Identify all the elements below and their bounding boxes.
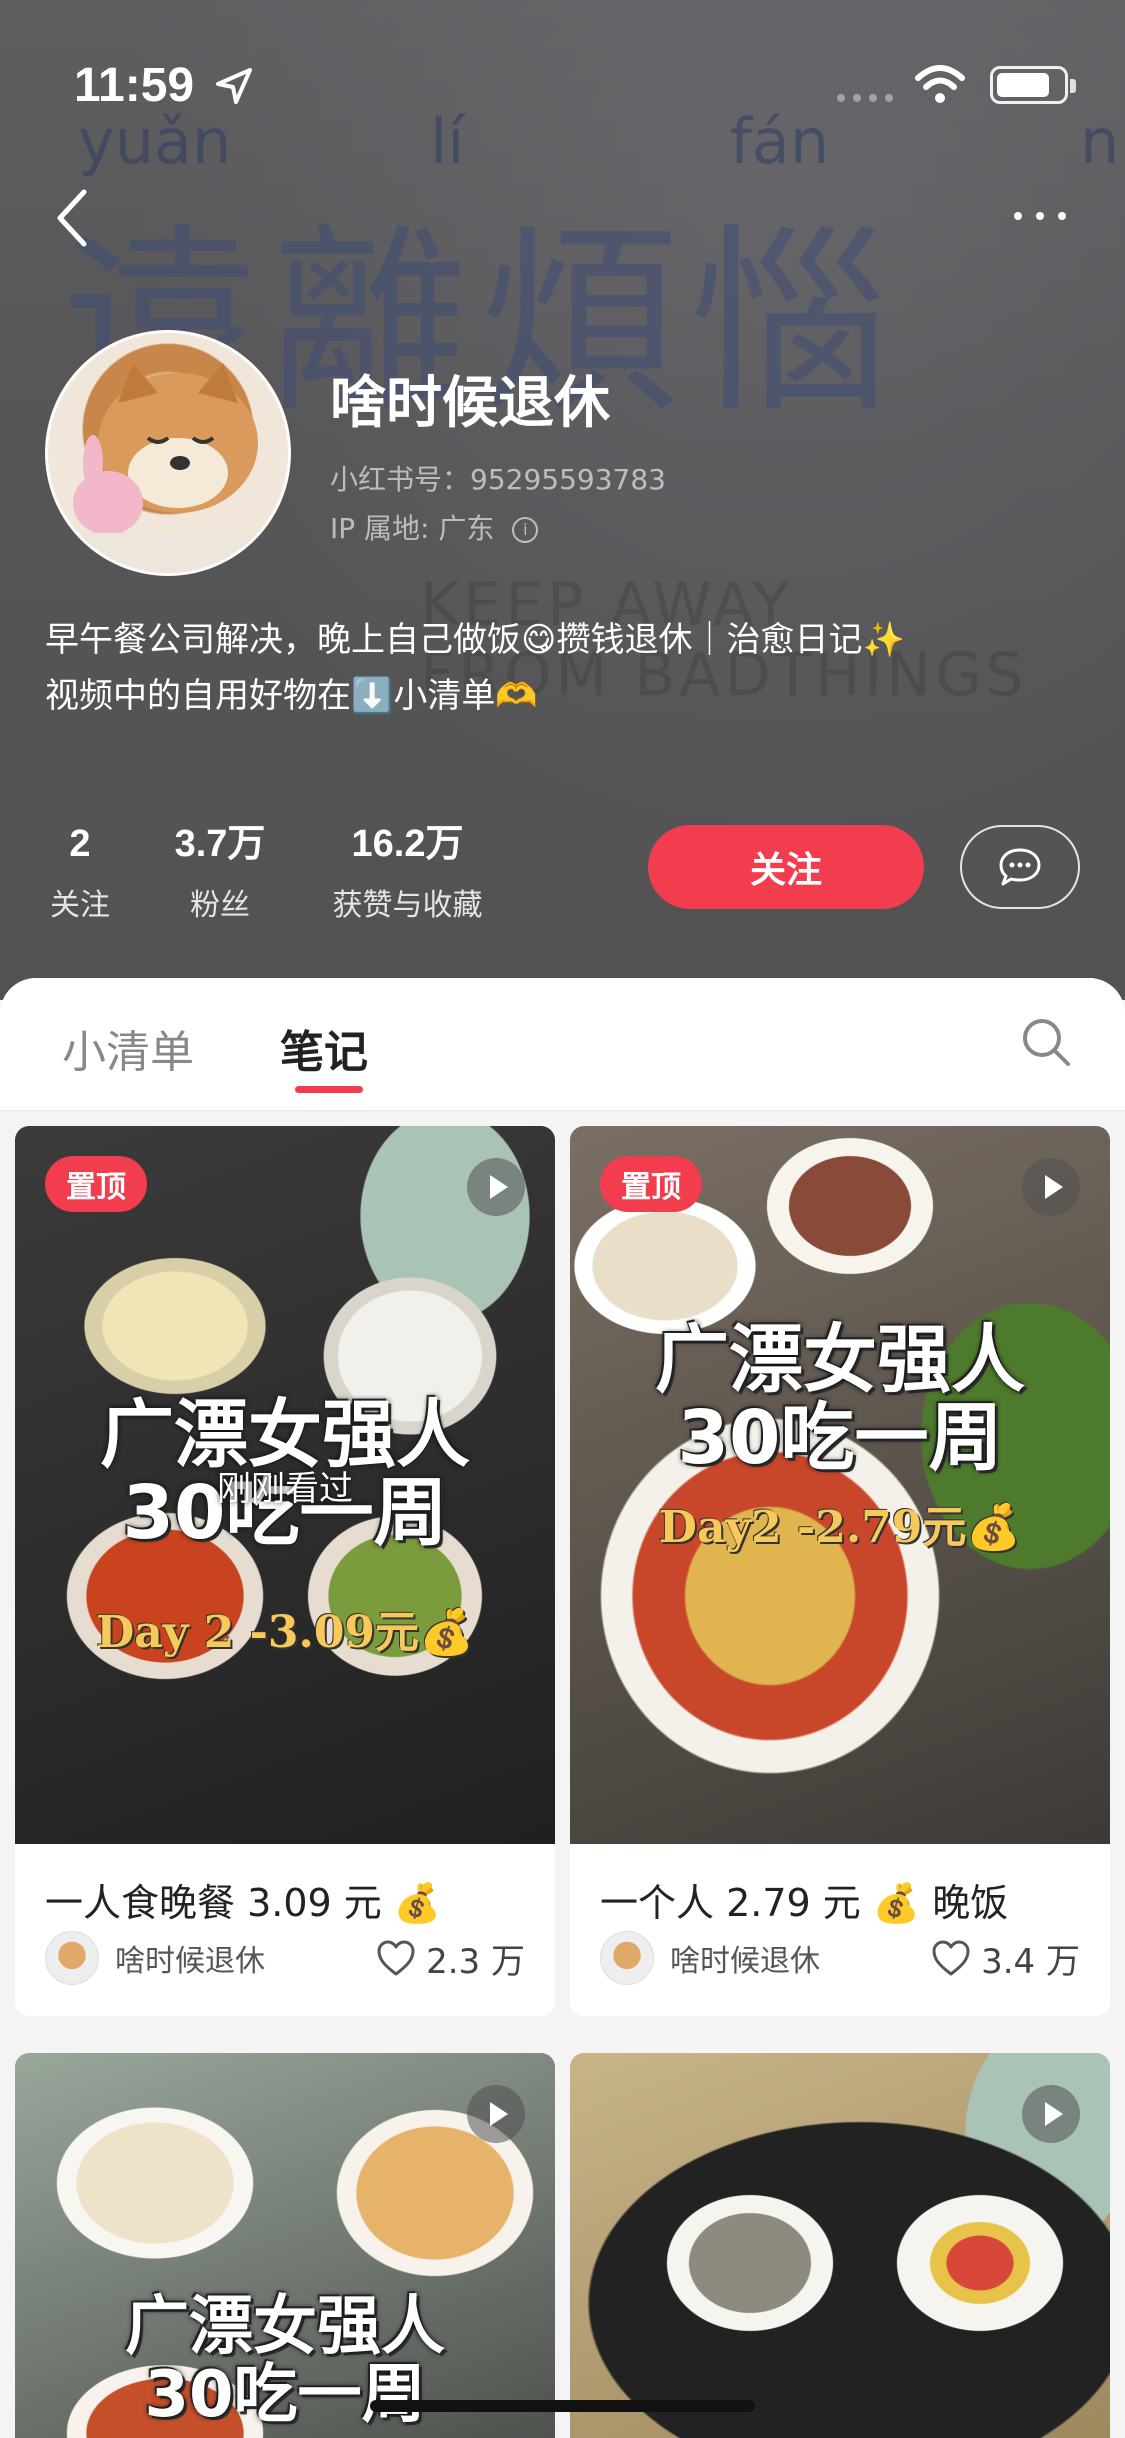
battery-icon [990, 66, 1076, 104]
cover-overlay-title-line2: 30吃一周 [144, 2358, 426, 2432]
note-title: 一人食晚餐 3.09 元 💰 [45, 1881, 442, 1925]
profile-nickname: 啥时候退休 [330, 371, 610, 436]
cover-overlay-sub: Day 2 -3.09元💰 [96, 1607, 474, 1658]
author-avatar[interactable] [600, 1931, 654, 1985]
signal-dots-icon [837, 94, 893, 102]
content-panel: 小清单 笔记 置顶 广漂女强人 30吃一周 刚刚看过 Day 2 -3.09元💰… [0, 978, 1125, 2438]
video-play-icon [467, 1158, 525, 1216]
bio-line-2[interactable]: 视频中的自用好物在⬇️小清单🫶 [45, 668, 1085, 724]
pinned-badge: 置顶 [600, 1156, 702, 1212]
stat-fans[interactable]: 3.7万 粉丝 [160, 820, 280, 924]
pinned-badge: 置顶 [45, 1156, 147, 1212]
stat-following-value: 2 [69, 823, 91, 865]
recently-viewed-label: 刚刚看过 [217, 1469, 353, 1509]
note-card-3[interactable]: 广漂女强人 30吃一周 [15, 2053, 555, 2438]
note-cover-image-1: 置顶 广漂女强人 30吃一周 刚刚看过 Day 2 -3.09元💰 [15, 1126, 555, 1844]
follow-button[interactable]: 关注 [648, 825, 924, 909]
note-meta: 啥时候退休 2.3 万 [45, 1930, 525, 1986]
location-arrow-icon [216, 68, 252, 104]
chat-bubble-icon [999, 848, 1041, 886]
note-card-4[interactable] [570, 2053, 1110, 2438]
bio-line-1: 早午餐公司解决，晚上自己做饭😋攒钱退休｜治愈日记✨ [45, 620, 905, 660]
tab-bar: 小清单 笔记 [0, 978, 1125, 1111]
wifi-icon [915, 65, 965, 103]
heart-icon[interactable] [376, 1939, 416, 1977]
note-title: 一个人 2.79 元 💰 晚饭 [600, 1881, 1009, 1925]
profile-header: yuǎn lí fán n 遠離煩惱 KEEP AWAY FROM BADTHI… [0, 0, 1125, 1000]
stat-following[interactable]: 2 关注 [45, 820, 115, 924]
like-count: 2.3 万 [426, 1941, 525, 1982]
note-meta: 啥时候退休 3.4 万 [600, 1930, 1080, 1986]
status-bar: 11:59 [0, 0, 1125, 140]
author-name[interactable]: 啥时候退休 [115, 1936, 376, 1980]
video-play-icon [1022, 2085, 1080, 2143]
cover-overlay-sub: Day2 -2.79元💰 [658, 1502, 1022, 1553]
stat-fans-value: 3.7万 [174, 823, 266, 865]
stat-fans-label: 粉丝 [190, 888, 250, 923]
author-avatar[interactable] [45, 1931, 99, 1985]
profile-avatar[interactable] [45, 330, 291, 576]
stat-likes-value: 16.2万 [351, 823, 464, 865]
like-count: 3.4 万 [981, 1941, 1080, 1982]
home-indicator[interactable] [370, 2400, 755, 2412]
note-card-2[interactable]: 置顶 广漂女强人 30吃一周 Day2 -2.79元💰 一个人 2.79 元 💰… [570, 1126, 1110, 2016]
note-cover-image-4 [570, 2053, 1110, 2438]
red-id: 小红书号：95295593783 [330, 463, 666, 496]
note-cover-image-3: 广漂女强人 30吃一周 [15, 2053, 555, 2438]
tab-notes[interactable]: 笔记 [280, 1016, 368, 1080]
ip-location: IP 属地: 广东 i [330, 507, 539, 547]
search-icon[interactable] [1020, 1016, 1072, 1068]
info-icon[interactable]: i [512, 517, 539, 543]
cover-overlay-title-2: 广漂女强人 30吃一周 [570, 1321, 1110, 1477]
note-cover-image-2: 置顶 广漂女强人 30吃一周 Day2 -2.79元💰 [570, 1126, 1110, 1844]
note-card-1[interactable]: 置顶 广漂女强人 30吃一周 刚刚看过 Day 2 -3.09元💰 一人食晚餐 … [15, 1126, 555, 2016]
tab-shopping-list[interactable]: 小清单 [62, 1016, 194, 1080]
cover-overlay-title-line1: 广漂女强人 [655, 1317, 1025, 1403]
profile-bio: 早午餐公司解决，晚上自己做饭😋攒钱退休｜治愈日记✨ 视频中的自用好物在⬇️小清单… [45, 612, 1085, 724]
cover-overlay-title-line2: 30吃一周 [677, 1395, 1003, 1481]
active-tab-indicator [295, 1086, 363, 1093]
video-play-icon [467, 2085, 525, 2143]
status-time: 11:59 [74, 59, 195, 112]
stat-likes-collects[interactable]: 16.2万 获赞与收藏 [320, 820, 495, 924]
message-button[interactable] [960, 825, 1080, 909]
author-name[interactable]: 啥时候退休 [670, 1936, 931, 1980]
cover-overlay-title-line1: 广漂女强人 [125, 2290, 445, 2364]
heart-icon[interactable] [931, 1939, 971, 1977]
video-play-icon [1022, 1158, 1080, 1216]
stat-likes-label: 获赞与收藏 [332, 888, 483, 923]
shiba-dog-avatar-image [48, 363, 288, 573]
back-button[interactable] [52, 186, 92, 250]
stat-following-label: 关注 [50, 888, 110, 923]
more-options-icon[interactable] [1010, 206, 1070, 226]
ip-location-text: IP 属地: 广东 [330, 512, 495, 545]
